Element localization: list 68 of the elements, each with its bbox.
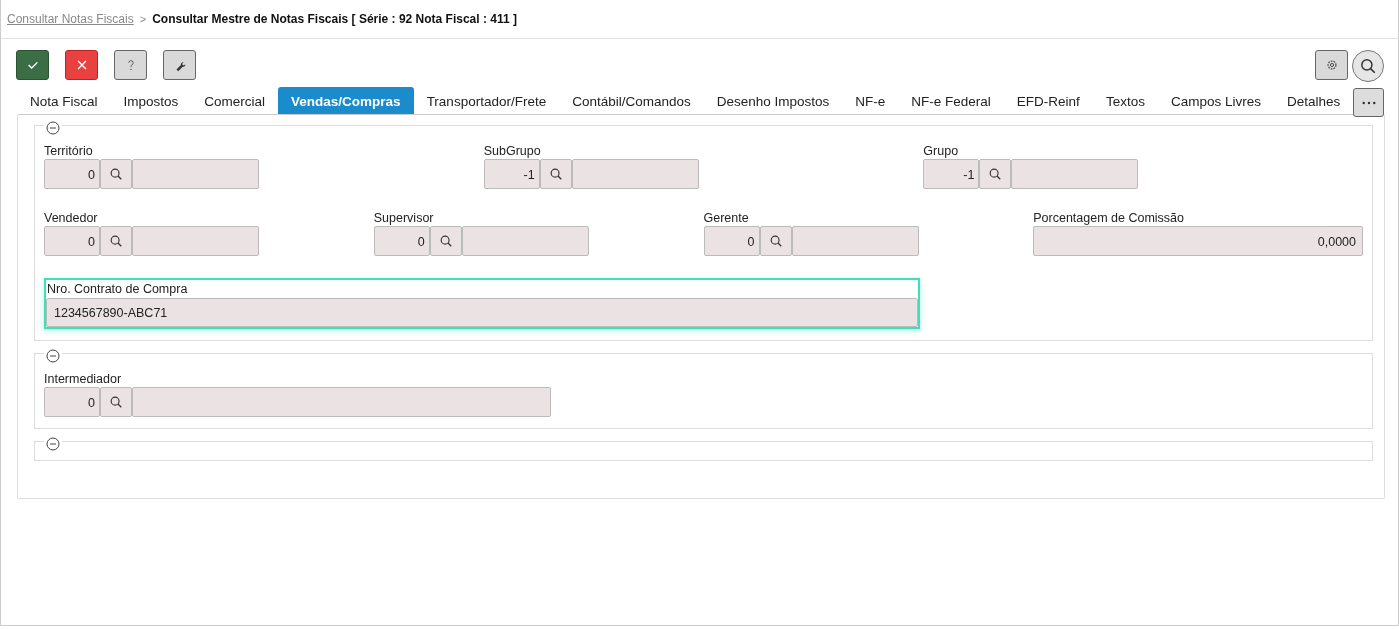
breadcrumb-link[interactable]: Consultar Notas Fiscais xyxy=(7,10,134,28)
field-label: Nro. Contrato de Compra xyxy=(46,281,189,298)
description-field[interactable] xyxy=(132,387,551,417)
code-field[interactable]: 0 xyxy=(44,159,100,189)
tab[interactable]: Desenho Impostos xyxy=(703,87,843,114)
breadcrumb-separator: > xyxy=(139,11,147,27)
field-label: SubGrupo xyxy=(483,144,542,159)
lookup-button[interactable] xyxy=(100,226,132,256)
field-label: Supervisor xyxy=(373,211,435,226)
search-icon xyxy=(1359,57,1377,75)
field-label: Grupo xyxy=(923,144,960,159)
collapse-icon[interactable] xyxy=(46,120,60,135)
tab[interactable]: Vendas/Compras xyxy=(278,87,414,114)
lookup-button[interactable] xyxy=(759,226,792,256)
more-button[interactable] xyxy=(1353,88,1384,117)
search-icon xyxy=(988,167,1003,181)
collapse-icon[interactable] xyxy=(46,348,60,363)
search-icon xyxy=(548,167,563,181)
field-label: Gerente xyxy=(703,211,750,226)
code-field[interactable]: 0 xyxy=(44,387,100,417)
description-field[interactable] xyxy=(1011,159,1139,189)
ellipsis-icon xyxy=(1361,100,1376,105)
tab[interactable]: Comercial xyxy=(191,87,279,114)
tab[interactable]: Detalhes xyxy=(1273,87,1354,114)
code-field[interactable]: 0 xyxy=(44,226,100,256)
settings-button[interactable] xyxy=(1315,50,1348,80)
text-field[interactable]: 1234567890-ABC71 xyxy=(46,298,918,327)
field-label: Território xyxy=(44,144,94,159)
lookup-button[interactable] xyxy=(100,387,132,417)
tab[interactable]: Contábil/Comandos xyxy=(559,87,704,114)
description-field[interactable] xyxy=(571,159,699,189)
tab[interactable]: EFD-Reinf xyxy=(1003,87,1093,114)
lookup-button[interactable] xyxy=(979,159,1012,189)
tab[interactable]: NF-e xyxy=(842,87,899,114)
tab[interactable]: Transportador/Frete xyxy=(413,87,560,114)
cancel-button[interactable] xyxy=(65,50,98,80)
tools-button[interactable] xyxy=(163,50,196,80)
lookup-button[interactable] xyxy=(429,226,462,256)
confirm-button[interactable] xyxy=(16,50,49,80)
tab[interactable]: Nota Fiscal xyxy=(17,87,111,114)
code-field[interactable]: 0 xyxy=(373,226,430,256)
lookup-button[interactable] xyxy=(100,159,132,189)
tab[interactable]: Textos xyxy=(1092,87,1158,114)
collapse-icon[interactable] xyxy=(46,436,60,451)
field-label: Porcentagem de Comissão xyxy=(1033,211,1186,226)
tab[interactable]: NF-e Federal xyxy=(898,87,1004,114)
search-icon xyxy=(438,234,453,248)
field-label: Vendedor xyxy=(44,211,99,226)
tab[interactable]: Campos Livres xyxy=(1157,87,1274,114)
description-field[interactable] xyxy=(791,226,919,256)
settings-icon xyxy=(1324,58,1339,72)
page-title: Consultar Mestre de Notas Fiscais [ Série : 92 Nota Fiscal : 411 ] xyxy=(152,11,517,28)
tab[interactable]: Impostos xyxy=(110,87,192,114)
code-field[interactable]: 0 xyxy=(703,226,760,256)
search-icon xyxy=(109,395,123,409)
description-field[interactable] xyxy=(132,159,259,189)
lookup-button[interactable] xyxy=(539,159,572,189)
help-button[interactable] xyxy=(114,50,147,80)
description-field[interactable] xyxy=(132,226,259,256)
code-field[interactable]: -1 xyxy=(483,159,540,189)
field-label: Intermediador xyxy=(44,372,123,387)
search-icon xyxy=(109,234,123,248)
search-icon xyxy=(768,234,783,248)
description-field[interactable] xyxy=(461,226,589,256)
search-button[interactable] xyxy=(1352,50,1384,82)
search-icon xyxy=(109,167,123,181)
number-field[interactable]: 0,0000 xyxy=(1033,226,1363,256)
code-field[interactable]: -1 xyxy=(923,159,980,189)
